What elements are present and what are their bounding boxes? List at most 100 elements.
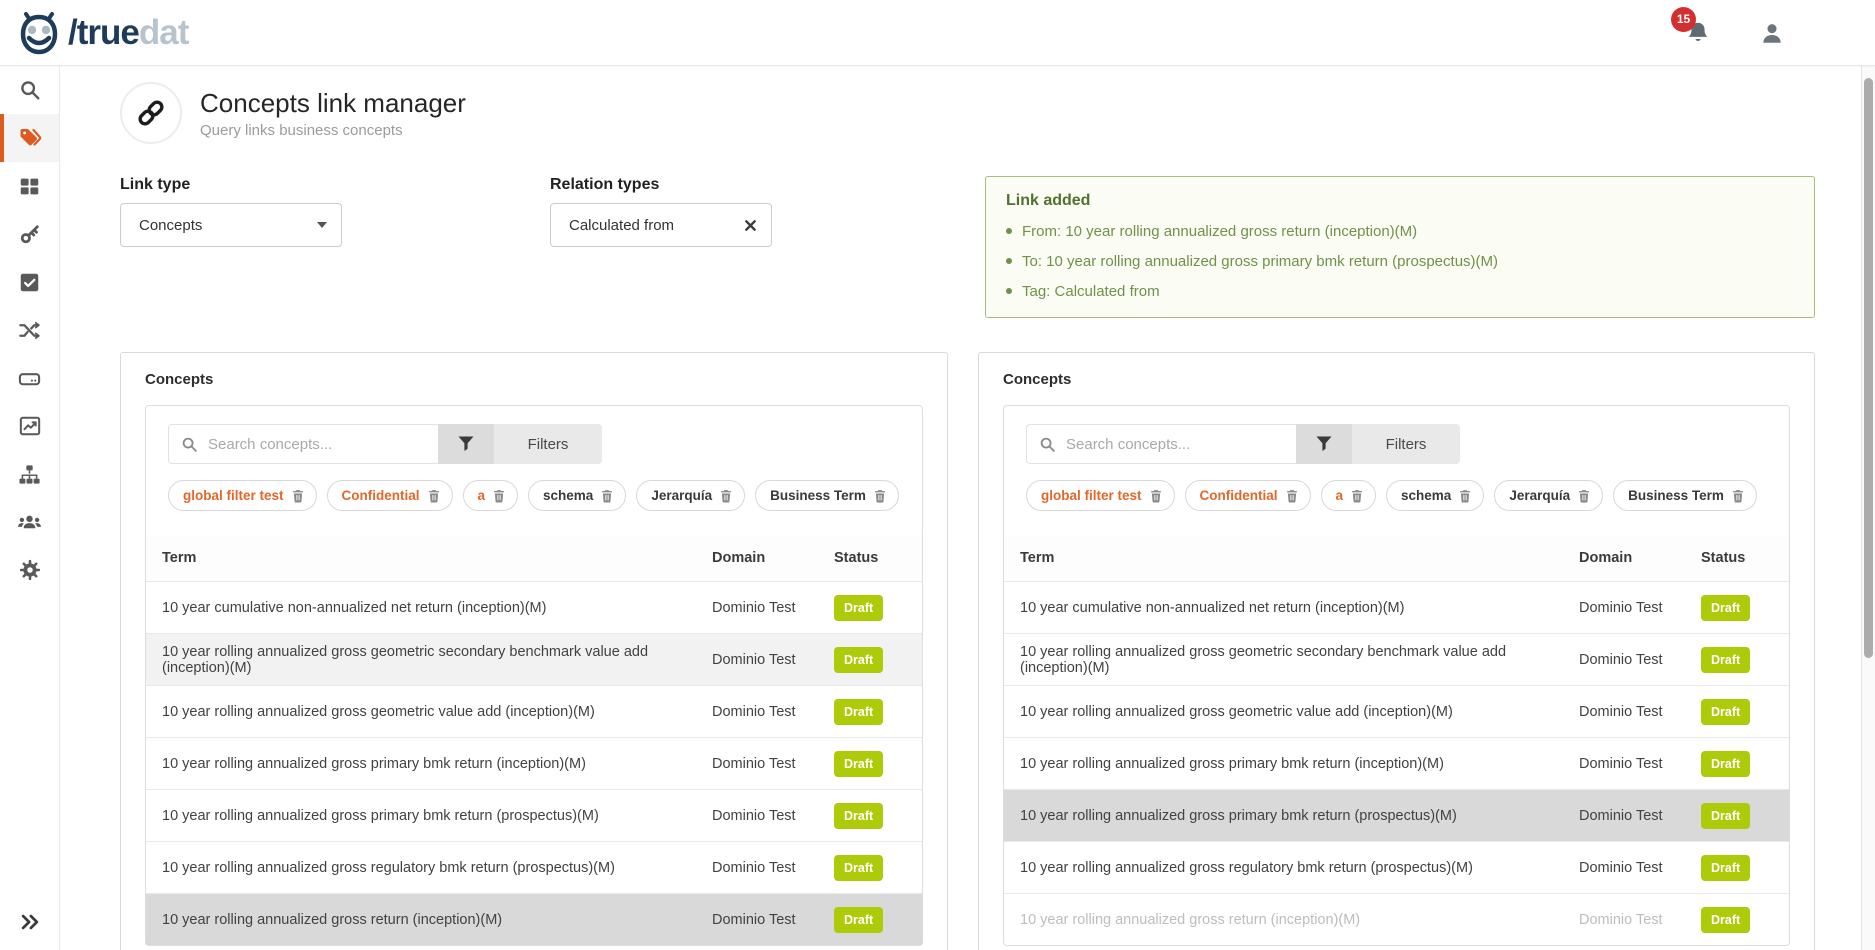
filters-button[interactable]: Filters — [1352, 424, 1460, 464]
table-row[interactable]: 10 year cumulative non-annualized net re… — [1004, 581, 1789, 633]
filter-funnel-button[interactable] — [438, 424, 494, 464]
row-status: Draft — [1701, 699, 1789, 725]
search-input[interactable] — [208, 436, 426, 453]
filter-chip[interactable]: a — [463, 480, 519, 511]
filter-chip[interactable]: Business Term — [755, 480, 899, 511]
scrollbar-thumb[interactable] — [1864, 78, 1873, 658]
filter-chip[interactable]: a — [1321, 480, 1377, 511]
table-row[interactable]: 10 year rolling annualized gross geometr… — [146, 685, 922, 737]
table-row: 10 year rolling annualized gross return … — [1004, 893, 1789, 945]
search-icon — [181, 436, 198, 453]
table-row[interactable]: 10 year rolling annualized gross geometr… — [1004, 685, 1789, 737]
filter-chip[interactable]: global filter test — [1026, 480, 1175, 511]
row-status: Draft — [1701, 803, 1789, 829]
sidebar-collapse-button[interactable] — [0, 904, 60, 940]
link-icon — [135, 97, 167, 129]
sidebar-item-users[interactable] — [0, 498, 59, 546]
filter-chip[interactable]: Business Term — [1613, 480, 1757, 511]
filter-chip[interactable]: schema — [1386, 480, 1484, 511]
sidebar-item-concepts[interactable] — [0, 114, 59, 162]
link-type-select[interactable]: Concepts — [120, 203, 342, 247]
trash-icon[interactable] — [428, 489, 440, 503]
remove-relation-icon[interactable] — [744, 219, 757, 232]
row-status: Draft — [1701, 647, 1789, 673]
chips-row: global filter test Confidential a schema — [1026, 480, 1767, 511]
notifications-button[interactable]: 15 — [1685, 20, 1711, 46]
key-icon — [19, 223, 41, 245]
drive-icon — [18, 367, 41, 390]
sidebar-item-settings[interactable] — [0, 546, 59, 594]
relation-types-tag[interactable]: Calculated from — [550, 203, 772, 247]
table-row[interactable]: 10 year rolling annualized gross geometr… — [1004, 633, 1789, 685]
search-input[interactable] — [1066, 436, 1284, 453]
sidebar-item-quality[interactable] — [0, 258, 59, 306]
filters-button[interactable]: Filters — [494, 424, 602, 464]
filter-chip-label: Confidential — [342, 488, 420, 503]
sidebar-item-dashboards[interactable] — [0, 402, 59, 450]
trash-icon[interactable] — [493, 489, 505, 503]
sitemap-icon — [18, 463, 41, 486]
row-status: Draft — [834, 595, 922, 621]
trash-icon[interactable] — [1732, 489, 1744, 503]
row-domain: Dominio Test — [1579, 912, 1701, 928]
filter-chip[interactable]: global filter test — [168, 480, 317, 511]
sidebar-item-search[interactable] — [0, 66, 59, 114]
trash-icon[interactable] — [1578, 489, 1590, 503]
link-type-value: Concepts — [139, 217, 317, 234]
sidebar-item-modules[interactable] — [0, 162, 59, 210]
sidebar-item-lineage[interactable] — [0, 306, 59, 354]
table-row[interactable]: 10 year rolling annualized gross regulat… — [1004, 841, 1789, 893]
trash-icon[interactable] — [1351, 489, 1363, 503]
table-row[interactable]: 10 year rolling annualized gross regulat… — [146, 841, 922, 893]
trash-icon[interactable] — [292, 489, 304, 503]
search-field — [168, 424, 438, 464]
status-badge: Draft — [1701, 699, 1750, 725]
trash-icon[interactable] — [601, 489, 613, 503]
grid-icon — [19, 176, 40, 197]
user-menu-button[interactable] — [1759, 20, 1785, 46]
page-title: Concepts link manager — [200, 88, 466, 119]
truedat-logo[interactable]: /truedat — [16, 10, 188, 56]
filter-chip[interactable]: Confidential — [327, 480, 453, 511]
trash-icon[interactable] — [1150, 489, 1162, 503]
filter-chip[interactable]: Jerarquía — [636, 480, 745, 511]
filter-chip[interactable]: schema — [528, 480, 626, 511]
page-subtitle: Query links business concepts — [200, 122, 466, 139]
panel-title: Concepts — [1003, 371, 1790, 388]
table-body: 10 year cumulative non-annualized net re… — [1004, 581, 1789, 945]
row-domain: Dominio Test — [1579, 600, 1701, 616]
gear-icon — [19, 559, 41, 581]
trash-icon[interactable] — [874, 489, 886, 503]
filter-chip-label: Jerarquía — [651, 488, 712, 503]
trash-icon[interactable] — [1286, 489, 1298, 503]
filter-chip[interactable]: Jerarquía — [1494, 480, 1603, 511]
alert-item: To: 10 year rolling annualized gross pri… — [1006, 253, 1794, 270]
status-badge: Draft — [1701, 855, 1750, 881]
table-row[interactable]: 10 year rolling annualized gross primary… — [1004, 789, 1789, 841]
table-row[interactable]: 10 year rolling annualized gross geometr… — [146, 633, 922, 685]
table-row[interactable]: 10 year rolling annualized gross primary… — [146, 789, 922, 841]
bullet-dot — [1006, 228, 1012, 234]
row-domain: Dominio Test — [712, 704, 834, 720]
row-term: 10 year rolling annualized gross geometr… — [162, 644, 712, 676]
row-term: 10 year rolling annualized gross primary… — [162, 808, 712, 824]
filter-chip-label: schema — [1401, 488, 1451, 503]
filter-funnel-button[interactable] — [1296, 424, 1352, 464]
row-status: Draft — [834, 647, 922, 673]
row-status: Draft — [1701, 907, 1789, 933]
table-row[interactable]: 10 year rolling annualized gross primary… — [1004, 737, 1789, 789]
row-domain: Dominio Test — [712, 756, 834, 772]
trash-icon[interactable] — [1459, 489, 1471, 503]
filter-chip[interactable]: Confidential — [1185, 480, 1311, 511]
trash-icon[interactable] — [720, 489, 732, 503]
row-domain: Dominio Test — [1579, 704, 1701, 720]
sidebar-item-taxonomy[interactable] — [0, 450, 59, 498]
table-row[interactable]: 10 year cumulative non-annualized net re… — [146, 581, 922, 633]
filter-chip-label: Business Term — [770, 488, 866, 503]
table-row[interactable]: 10 year rolling annualized gross return … — [146, 893, 922, 945]
alert-item-text: Tag: Calculated from — [1022, 283, 1160, 300]
sidebar-item-structures[interactable] — [0, 354, 59, 402]
table-row[interactable]: 10 year rolling annualized gross primary… — [146, 737, 922, 789]
sidebar-item-permissions[interactable] — [0, 210, 59, 258]
chevron-down-icon — [317, 222, 327, 228]
